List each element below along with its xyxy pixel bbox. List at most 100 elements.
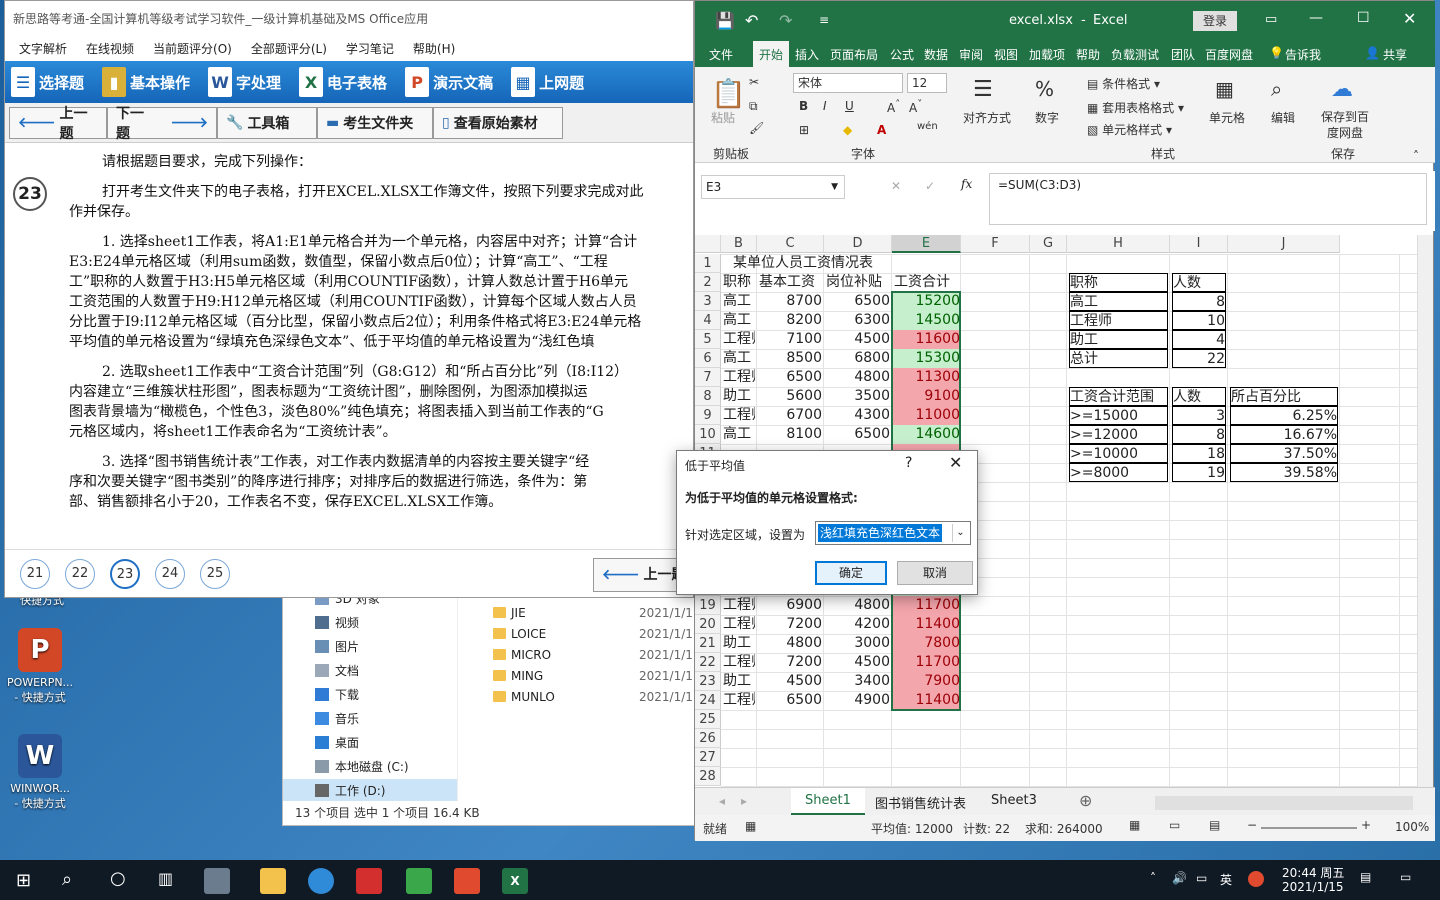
cell[interactable]: 6800: [826, 349, 890, 368]
cell[interactable]: 6500: [759, 368, 822, 387]
cell[interactable]: 4: [1172, 330, 1226, 349]
cell[interactable]: 4500: [826, 330, 890, 349]
menu-item[interactable]: 学习笔记: [346, 37, 394, 61]
file-explorer-icon[interactable]: [260, 868, 286, 894]
cell[interactable]: 岗位补贴: [826, 273, 890, 292]
cell[interactable]: 所占百分比: [1230, 387, 1338, 406]
cell[interactable]: 工程师: [723, 406, 755, 425]
cell[interactable]: 3: [1172, 406, 1226, 425]
cell[interactable]: 某单位人员工资情况表: [723, 254, 923, 273]
cell[interactable]: 10: [1172, 311, 1226, 330]
tab-view[interactable]: 视图: [994, 46, 1018, 63]
tell-me[interactable]: 告诉我: [1285, 46, 1321, 63]
cell[interactable]: 19: [1172, 463, 1226, 482]
cell[interactable]: 6500: [826, 292, 890, 311]
search-icon[interactable]: ⌕: [62, 869, 72, 890]
maximize-icon[interactable]: ☐: [1357, 10, 1370, 26]
cell[interactable]: 37.50%: [1230, 444, 1338, 463]
column-header[interactable]: I: [1170, 235, 1228, 253]
vertical-scrollbar[interactable]: [1417, 235, 1433, 787]
nav-item[interactable]: 文档: [283, 659, 457, 683]
action-center-icon[interactable]: ▭: [1400, 870, 1411, 884]
align-icon[interactable]: ☰: [973, 77, 993, 102]
cell[interactable]: 人数: [1172, 387, 1226, 406]
cell[interactable]: 7200: [759, 653, 822, 672]
student-folder-button[interactable]: ▬ 考生文件夹: [317, 106, 433, 139]
prev-question-button[interactable]: 🡐 上一题: [9, 106, 107, 142]
cell[interactable]: 8500: [759, 349, 822, 368]
row-header[interactable]: 24: [695, 691, 721, 710]
cell[interactable]: 工资合计范围: [1069, 387, 1168, 406]
row-header[interactable]: 5: [695, 330, 721, 349]
ime-icon[interactable]: [1248, 871, 1264, 887]
cell[interactable]: 高工: [723, 349, 755, 368]
c2-app-icon[interactable]: [454, 868, 480, 894]
zoom-in-icon[interactable]: +: [1361, 818, 1371, 832]
cell[interactable]: 工程师: [723, 596, 755, 615]
scroll-left-icon[interactable]: ◂: [719, 794, 725, 808]
network-icon[interactable]: ▭: [1196, 871, 1207, 885]
format-painter-icon[interactable]: 🖌: [749, 121, 764, 135]
cell[interactable]: 4200: [826, 615, 890, 634]
nav-item[interactable]: 视频: [283, 611, 457, 635]
normal-view-icon[interactable]: ▦: [1129, 818, 1140, 832]
row-header[interactable]: 7: [695, 368, 721, 387]
volume-icon[interactable]: 🔊: [1172, 871, 1187, 885]
tab-baidu[interactable]: 百度网盘: [1205, 46, 1253, 63]
cell[interactable]: 高工: [723, 292, 755, 311]
folder-item[interactable]: JIE 2021/1/1: [493, 603, 701, 624]
next-question-button[interactable]: 下一题 🡒: [107, 106, 217, 142]
ribbon-display-icon[interactable]: ▭: [1265, 12, 1277, 27]
cell[interactable]: 工程师: [723, 330, 755, 349]
tab-home[interactable]: 开始: [753, 41, 790, 67]
cell[interactable]: 工资合计: [894, 273, 959, 292]
cancel-icon[interactable]: ✕: [891, 179, 901, 193]
page-button[interactable]: 25: [200, 559, 230, 589]
conditional-format-button[interactable]: ▤ 条件格式 ▾: [1087, 75, 1160, 92]
category-ppt[interactable]: P 演示文稿: [405, 67, 493, 97]
font-name-select[interactable]: 宋体: [793, 73, 903, 93]
cell[interactable]: 高工: [723, 425, 755, 444]
excel-taskbar-icon[interactable]: X: [502, 868, 528, 894]
cell[interactable]: 5600: [759, 387, 822, 406]
tray-chevron-icon[interactable]: ˄: [1150, 871, 1156, 885]
tab-layout[interactable]: 页面布局: [830, 46, 878, 63]
folder-item[interactable]: MUNLO 2021/1/1: [493, 687, 701, 708]
font-size-select[interactable]: 12: [907, 73, 947, 93]
page-button-current[interactable]: 23: [110, 559, 140, 589]
font-color-icon[interactable]: A: [877, 123, 886, 137]
italic-icon[interactable]: I: [823, 99, 827, 113]
cell[interactable]: 人数: [1172, 273, 1226, 292]
tab-review[interactable]: 审阅: [959, 46, 983, 63]
sheet-tab[interactable]: 图书销售统计表: [875, 793, 966, 812]
scroll-right-icon[interactable]: ▸: [741, 794, 747, 808]
nav-item[interactable]: 图片: [283, 635, 457, 659]
column-header[interactable]: D: [824, 235, 892, 253]
column-header[interactable]: J: [1228, 235, 1340, 253]
column-header[interactable]: C: [757, 235, 824, 253]
enter-icon[interactable]: ✓: [925, 179, 935, 193]
cell[interactable]: 8: [1172, 425, 1226, 444]
cell[interactable]: 6500: [759, 691, 822, 710]
border-icon[interactable]: ⊞: [799, 123, 809, 137]
nav-item[interactable]: 音乐: [283, 707, 457, 731]
cell[interactable]: 6.25%: [1230, 406, 1338, 425]
cancel-button[interactable]: 取消: [897, 561, 973, 585]
cell[interactable]: 8200: [759, 311, 822, 330]
cell[interactable]: 4800: [759, 634, 822, 653]
undo-icon[interactable]: ↶: [745, 11, 758, 30]
row-header[interactable]: 8: [695, 387, 721, 406]
tab-team[interactable]: 团队: [1171, 46, 1195, 63]
tab-formula[interactable]: 公式: [890, 46, 914, 63]
cell[interactable]: 3500: [826, 387, 890, 406]
input-language[interactable]: 英: [1220, 871, 1232, 888]
folder-item[interactable]: MING 2021/1/1: [493, 666, 701, 687]
cell[interactable]: 职称: [1069, 273, 1168, 292]
menu-item[interactable]: 帮助(H): [413, 37, 455, 61]
cell[interactable]: 职称: [723, 273, 755, 292]
phonetic-icon[interactable]: wén: [917, 121, 938, 132]
cell[interactable]: 助工: [723, 634, 755, 653]
cell[interactable]: 高工: [723, 311, 755, 330]
nav-item[interactable]: 本地磁盘 (C:): [283, 755, 457, 779]
tab-insert[interactable]: 插入: [795, 46, 819, 63]
